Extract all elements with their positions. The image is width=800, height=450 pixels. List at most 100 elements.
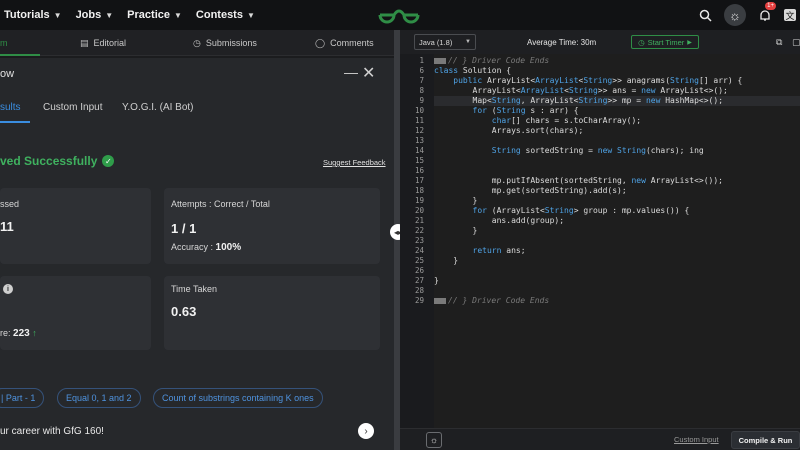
- bell-icon[interactable]: 1+: [754, 2, 776, 26]
- custom-input-link[interactable]: Custom Input: [674, 435, 719, 444]
- nav-tutorials[interactable]: Tutorials ▼: [4, 9, 62, 21]
- line-number: 24: [414, 246, 424, 255]
- tab-editorial[interactable]: ▤ Editorial: [80, 30, 126, 56]
- tab-problem[interactable]: m: [0, 30, 8, 56]
- time-taken-card: Time Taken 0.63: [164, 276, 380, 350]
- start-timer-button[interactable]: ◷ Start Timer ▶: [631, 35, 699, 49]
- test-cases-label: ssed: [0, 199, 20, 209]
- code-line: }: [434, 256, 459, 265]
- subtab-results[interactable]: sults: [0, 102, 21, 113]
- code-line: for (ArrayList<String> group : mp.values…: [472, 206, 690, 215]
- code-area[interactable]: // } Driver Code Ends class Solution { p…: [434, 54, 800, 428]
- chevron-down-icon: ▼: [53, 10, 62, 20]
- line-number: 8: [419, 86, 424, 95]
- active-tab-indicator: [0, 54, 40, 56]
- code-editor[interactable]: 1 6 7 8 9 10 11 12 13 14 15 16 17 18 19 …: [400, 54, 800, 428]
- code-line: Map<String, ArrayList<String>> mp = new …: [434, 96, 724, 105]
- line-number: 17: [414, 176, 424, 185]
- test-cases-value: 11: [0, 219, 14, 234]
- chevron-down-icon: ▼: [105, 10, 114, 20]
- info-icon[interactable]: i: [3, 284, 13, 294]
- editor-pane: Java (1.8) ▼ Average Time: 30m ◷ Start T…: [400, 30, 800, 450]
- subtab-yogi[interactable]: Y.O.G.I. (AI Bot): [122, 102, 194, 113]
- line-number: 21: [414, 216, 424, 225]
- line-number: 13: [414, 136, 424, 145]
- editor-bottom-bar: ☼ Custom Input Compile & Run: [400, 428, 800, 450]
- compile-run-button[interactable]: Compile & Run: [731, 431, 800, 449]
- score-card: i re: 223 ↑: [0, 276, 151, 350]
- related-problem-chip[interactable]: Equal 0, 1 and 2: [57, 388, 141, 408]
- subtab-custom-input[interactable]: Custom Input: [43, 102, 102, 113]
- code-line: }: [434, 276, 439, 285]
- test-cases-card: ssed 11: [0, 188, 151, 264]
- chevron-down-icon: ▼: [465, 39, 471, 45]
- code-line: mp.get(sortedString).add(s);: [434, 186, 627, 195]
- language-select[interactable]: Java (1.8) ▼: [414, 34, 476, 50]
- code-line: }: [434, 196, 478, 205]
- line-number-gutter: 1 6 7 8 9 10 11 12 13 14 15 16 17 18 19 …: [400, 54, 430, 428]
- suggest-feedback-link[interactable]: Suggest Feedback: [323, 158, 386, 167]
- time-taken-value: 0.63: [171, 304, 197, 319]
- line-number: 26: [414, 266, 424, 275]
- theme-toggle-icon[interactable]: ☼: [724, 4, 746, 26]
- arrow-up-icon: ↑: [32, 328, 37, 338]
- line-number: 10: [414, 106, 424, 115]
- status-message: ved Successfully ✓: [0, 154, 115, 168]
- results-panel: ow — ✕ sults Custom Input Y.O.G.I. (AI B…: [0, 58, 394, 450]
- promo-text: ur career with GfG 160!: [0, 426, 104, 437]
- line-number: 7: [419, 76, 424, 85]
- chevron-right-icon[interactable]: ›: [358, 423, 374, 439]
- average-time: Average Time: 30m: [527, 38, 597, 47]
- code-line: // } Driver Code Ends: [434, 56, 549, 65]
- line-number: 16: [414, 166, 424, 175]
- attempts-card: Attempts : Correct / Total 1 / 1 Accurac…: [164, 188, 380, 264]
- line-number: 11: [414, 116, 424, 125]
- line-number: 14: [414, 146, 424, 155]
- copy-icon[interactable]: ⧉: [776, 37, 782, 48]
- line-number: 28: [414, 286, 424, 295]
- fold-marker: [434, 297, 446, 304]
- subtab-indicator: [0, 121, 30, 123]
- code-line: Arrays.sort(chars);: [434, 126, 584, 135]
- chevron-down-icon: ▼: [246, 10, 255, 20]
- minimize-icon[interactable]: —: [344, 64, 358, 80]
- chevron-down-icon: ▼: [173, 10, 182, 20]
- problem-tabbar: m ▤ Editorial ◷ Submissions ◯ Comments: [0, 30, 394, 56]
- translate-icon[interactable]: 文: [784, 9, 796, 21]
- panel-title: ow: [0, 68, 15, 80]
- check-circle-icon: ✓: [102, 155, 115, 167]
- book-icon: ▤: [80, 37, 89, 48]
- nav-contests[interactable]: Contests ▼: [196, 9, 255, 21]
- comment-icon: ◯: [315, 37, 326, 48]
- code-line: char[] chars = s.toCharArray();: [491, 116, 642, 125]
- line-number: 9: [419, 96, 424, 105]
- nav-practice[interactable]: Practice ▼: [127, 9, 182, 21]
- attempts-label: Attempts : Correct / Total: [171, 199, 270, 209]
- clock-icon: ◷: [193, 37, 201, 48]
- gfg-logo[interactable]: [377, 4, 421, 26]
- line-number: 18: [414, 186, 424, 195]
- top-navbar: Tutorials ▼ Jobs ▼ Practice ▼ Contests ▼ ☼ 1…: [0, 0, 800, 30]
- tab-submissions[interactable]: ◷ Submissions: [193, 30, 257, 56]
- code-line: // } Driver Code Ends: [434, 296, 549, 305]
- time-taken-label: Time Taken: [171, 284, 218, 294]
- code-line: }: [434, 226, 478, 235]
- fullscreen-icon[interactable]: ▢: [792, 37, 800, 48]
- line-number: 27: [414, 276, 424, 285]
- close-icon[interactable]: ✕: [362, 63, 375, 83]
- line-number: 1: [419, 56, 424, 65]
- code-line: mp.putIfAbsent(sortedString, new ArrayLi…: [434, 176, 723, 185]
- tab-comments[interactable]: ◯ Comments: [315, 30, 374, 56]
- nav-jobs[interactable]: Jobs ▼: [76, 9, 114, 21]
- line-number: 22: [414, 226, 424, 235]
- search-icon[interactable]: [694, 4, 716, 26]
- line-number: 20: [414, 206, 424, 215]
- code-line: for (String s : arr) {: [472, 106, 579, 115]
- score: re: 223 ↑: [0, 328, 37, 339]
- results-subtabs: sults Custom Input Y.O.G.I. (AI Bot): [0, 98, 394, 124]
- notification-badge: 1+: [765, 2, 776, 10]
- related-problem-chip[interactable]: | Part - 1: [0, 388, 45, 408]
- lightbulb-icon[interactable]: ☼: [426, 432, 442, 448]
- related-problem-chip[interactable]: Count of substrings containing K ones: [153, 388, 323, 408]
- line-number: 23: [414, 236, 424, 245]
